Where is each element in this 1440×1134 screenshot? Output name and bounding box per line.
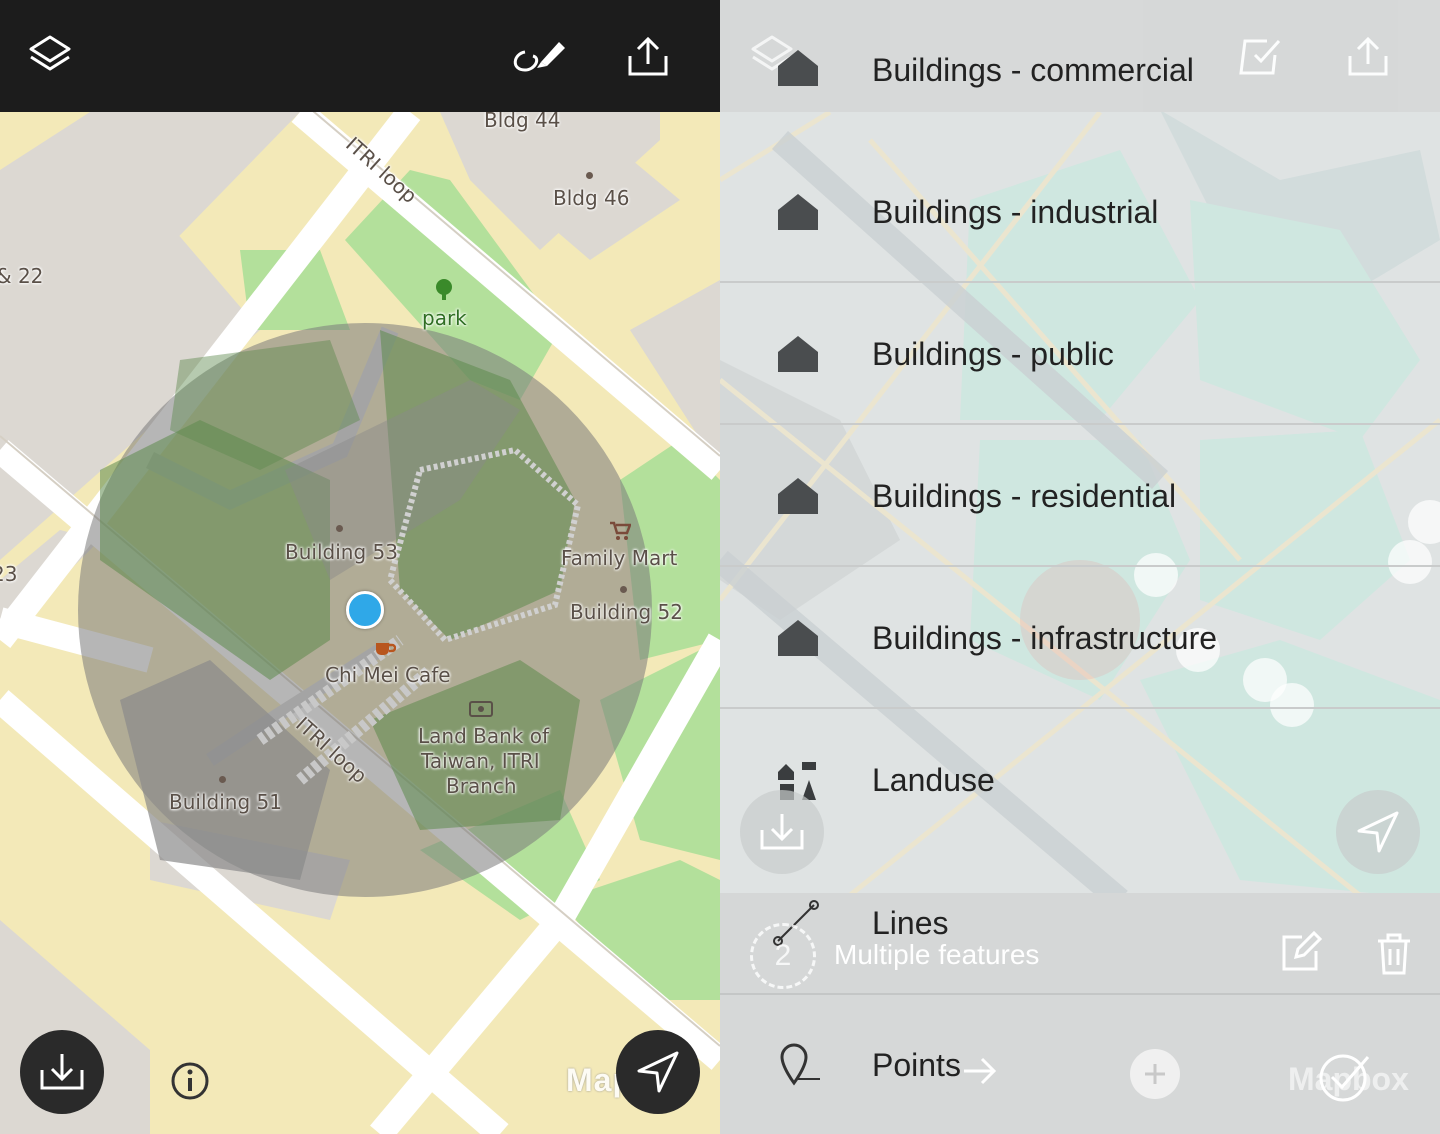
- draw-pen-icon: [513, 42, 565, 72]
- label-building-53: Building 53: [285, 540, 398, 564]
- download-button-faded[interactable]: [740, 790, 824, 874]
- layer-label: Buildings - industrial: [872, 194, 1159, 230]
- edit-pencil-icon: [1282, 930, 1323, 971]
- layer-row-lines[interactable]: 2 Lines Multiple features: [720, 893, 1440, 995]
- layers-icon: [29, 35, 71, 71]
- layer-sublabel: Multiple features: [834, 939, 1040, 970]
- house-icon: [778, 336, 818, 372]
- layer-row-buildings-residential[interactable]: Buildings - residential: [720, 424, 1440, 567]
- layer-row-landuse[interactable]: Landuse: [720, 708, 1440, 892]
- left-map-screen: Bldg 44 Bldg 46 ITRI loop & 22 23 park B…: [0, 0, 720, 1134]
- tree-icon: [432, 278, 456, 307]
- trash-icon: [1378, 933, 1410, 975]
- layer-label: Buildings - infrastructure: [872, 620, 1218, 656]
- label-building-52: Building 52: [570, 600, 683, 624]
- delete-button[interactable]: [1374, 931, 1420, 977]
- share-button[interactable]: [622, 30, 674, 82]
- top-toolbar: [0, 0, 720, 112]
- layer-row-buildings-public[interactable]: Buildings - public: [720, 282, 1440, 425]
- layer-label: Landuse: [872, 762, 995, 798]
- info-icon: [171, 1062, 209, 1100]
- layer-row-buildings-infrastructure[interactable]: Buildings - infrastructure: [720, 566, 1440, 709]
- label-edge-22: & 22: [0, 264, 44, 288]
- shopping-cart-icon: [609, 521, 632, 546]
- house-icon: [778, 620, 818, 656]
- label-land-bank-line-1: Land Bank of: [418, 724, 549, 748]
- label-building-51: Building 51: [169, 790, 282, 814]
- poi-dot: [620, 586, 627, 593]
- download-icon: [40, 1054, 84, 1090]
- layer-label: Points: [872, 1047, 961, 1083]
- label-chi-mei-cafe: Chi Mei Cafe: [325, 663, 451, 687]
- feature-count: 2: [774, 939, 792, 972]
- layer-label: Buildings - residential: [872, 478, 1177, 514]
- layer-row-buildings-industrial[interactable]: Buildings - industrial: [720, 140, 1440, 283]
- user-location-dot: [346, 591, 384, 629]
- add-point-button[interactable]: [1130, 1049, 1180, 1099]
- layer-row-buildings-commercial[interactable]: Buildings - commercial: [720, 0, 1440, 112]
- navigation-arrow-icon: [637, 1051, 679, 1093]
- layer-label: Lines: [872, 905, 949, 941]
- bank-icon: [469, 701, 493, 722]
- arrow-right-icon: [962, 1055, 998, 1092]
- poi-dot: [586, 172, 593, 179]
- house-icon: [778, 478, 818, 514]
- right-layer-list-screen: Buildings - commercial Buildings - indus…: [720, 0, 1440, 1134]
- poi-dot: [336, 525, 343, 532]
- check-circle-icon: [1319, 1054, 1370, 1102]
- layer-label: Buildings - commercial: [872, 52, 1194, 88]
- download-button[interactable]: [20, 1030, 104, 1114]
- navigation-arrow-icon: [1357, 811, 1399, 853]
- draw-button[interactable]: [510, 30, 570, 82]
- layer-label: Buildings - public: [872, 336, 1114, 372]
- info-button[interactable]: [170, 1061, 210, 1101]
- confirm-button[interactable]: [1318, 1049, 1372, 1103]
- poi-dot: [219, 776, 226, 783]
- locate-button[interactable]: [616, 1030, 700, 1114]
- label-bldg-46: Bldg 46: [553, 186, 630, 210]
- plus-icon: [1145, 1064, 1165, 1084]
- label-edge-23: 23: [0, 562, 18, 586]
- locate-button-faded[interactable]: [1336, 790, 1420, 874]
- edit-button[interactable]: [1280, 930, 1326, 977]
- house-icon: [778, 50, 818, 86]
- label-family-mart: Family Mart: [561, 546, 678, 570]
- point-marker-icon: [780, 1043, 820, 1086]
- share-upload-icon: [628, 36, 668, 76]
- download-icon: [760, 814, 804, 850]
- label-land-bank-line-2: Taiwan, ITRI: [421, 749, 540, 773]
- house-icon: [778, 194, 818, 230]
- cafe-icon: [374, 640, 397, 663]
- label-land-bank-line-3: Branch: [446, 774, 517, 798]
- layers-button[interactable]: [24, 30, 76, 82]
- layer-row-points[interactable]: Points Mapbox: [720, 995, 1440, 1134]
- feature-count-badge: 2: [750, 923, 816, 989]
- label-park: park: [422, 306, 467, 330]
